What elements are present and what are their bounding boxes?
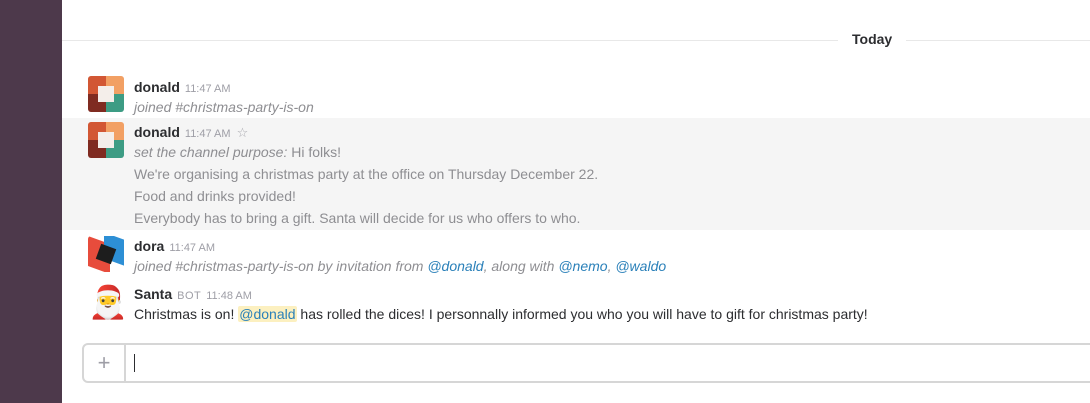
purpose-line: We're organising a christmas party at th… — [134, 166, 599, 182]
sender-name[interactable]: donald — [134, 79, 180, 95]
message-3[interactable]: dora 11:47 AM joined #christmas-party-is-… — [62, 232, 1090, 278]
timestamp[interactable]: 11:47 AM — [185, 128, 231, 140]
system-message: joined #christmas-party-is-on by invitat… — [134, 258, 424, 274]
system-message: joined #christmas-party-is-on — [134, 99, 314, 115]
message-text: has rolled the dices! I personnally info… — [300, 306, 868, 322]
bot-badge: BOT — [177, 290, 202, 302]
message-pane: Today donald 11:47 AM joined #christmas-p… — [62, 0, 1090, 403]
message-composer[interactable]: + — [82, 343, 1090, 383]
timestamp[interactable]: 11:47 AM — [185, 83, 231, 95]
text-caret — [134, 354, 135, 372]
message-4[interactable]: 🎅 Santa BOT 11:48 AM Christmas is on! @don… — [62, 280, 1090, 328]
day-divider-label: Today — [838, 31, 907, 47]
mention-donald[interactable]: @donald — [238, 306, 297, 322]
avatar-donald[interactable] — [88, 122, 124, 158]
sender-name[interactable]: dora — [134, 238, 164, 254]
day-divider: Today — [62, 28, 1090, 52]
purpose-first-line: Hi folks! — [291, 144, 342, 160]
star-icon[interactable]: ☆ — [237, 125, 249, 140]
message-1[interactable]: donald 11:47 AM joined #christmas-party-i… — [62, 72, 1090, 116]
avatar-santa[interactable]: 🎅 — [88, 284, 124, 320]
sender-name[interactable]: donald — [134, 124, 180, 140]
purpose-prefix: set the channel purpose: — [134, 144, 288, 160]
sender-name[interactable]: Santa — [134, 286, 172, 302]
avatar-donald[interactable] — [88, 76, 124, 112]
mention-waldo[interactable]: @waldo — [615, 258, 666, 274]
separator: , — [607, 258, 612, 274]
purpose-line: Food and drinks provided! — [134, 188, 296, 204]
timestamp[interactable]: 11:47 AM — [169, 242, 215, 254]
mention-donald[interactable]: @donald — [427, 258, 483, 274]
avatar-dora[interactable] — [88, 236, 124, 272]
message-text: Christmas is on! — [134, 306, 235, 322]
message-input[interactable] — [132, 351, 1036, 377]
timestamp[interactable]: 11:48 AM — [206, 290, 252, 302]
plus-icon[interactable]: + — [84, 345, 126, 381]
divider-line — [62, 40, 1090, 41]
sidebar — [0, 0, 62, 403]
system-message-mid: , along with — [483, 258, 555, 274]
mention-nemo[interactable]: @nemo — [558, 258, 607, 274]
purpose-line: Everybody has to bring a gift. Santa wil… — [134, 210, 581, 226]
message-2[interactable]: donald 11:47 AM ☆ set the channel purpose:… — [62, 118, 1090, 230]
